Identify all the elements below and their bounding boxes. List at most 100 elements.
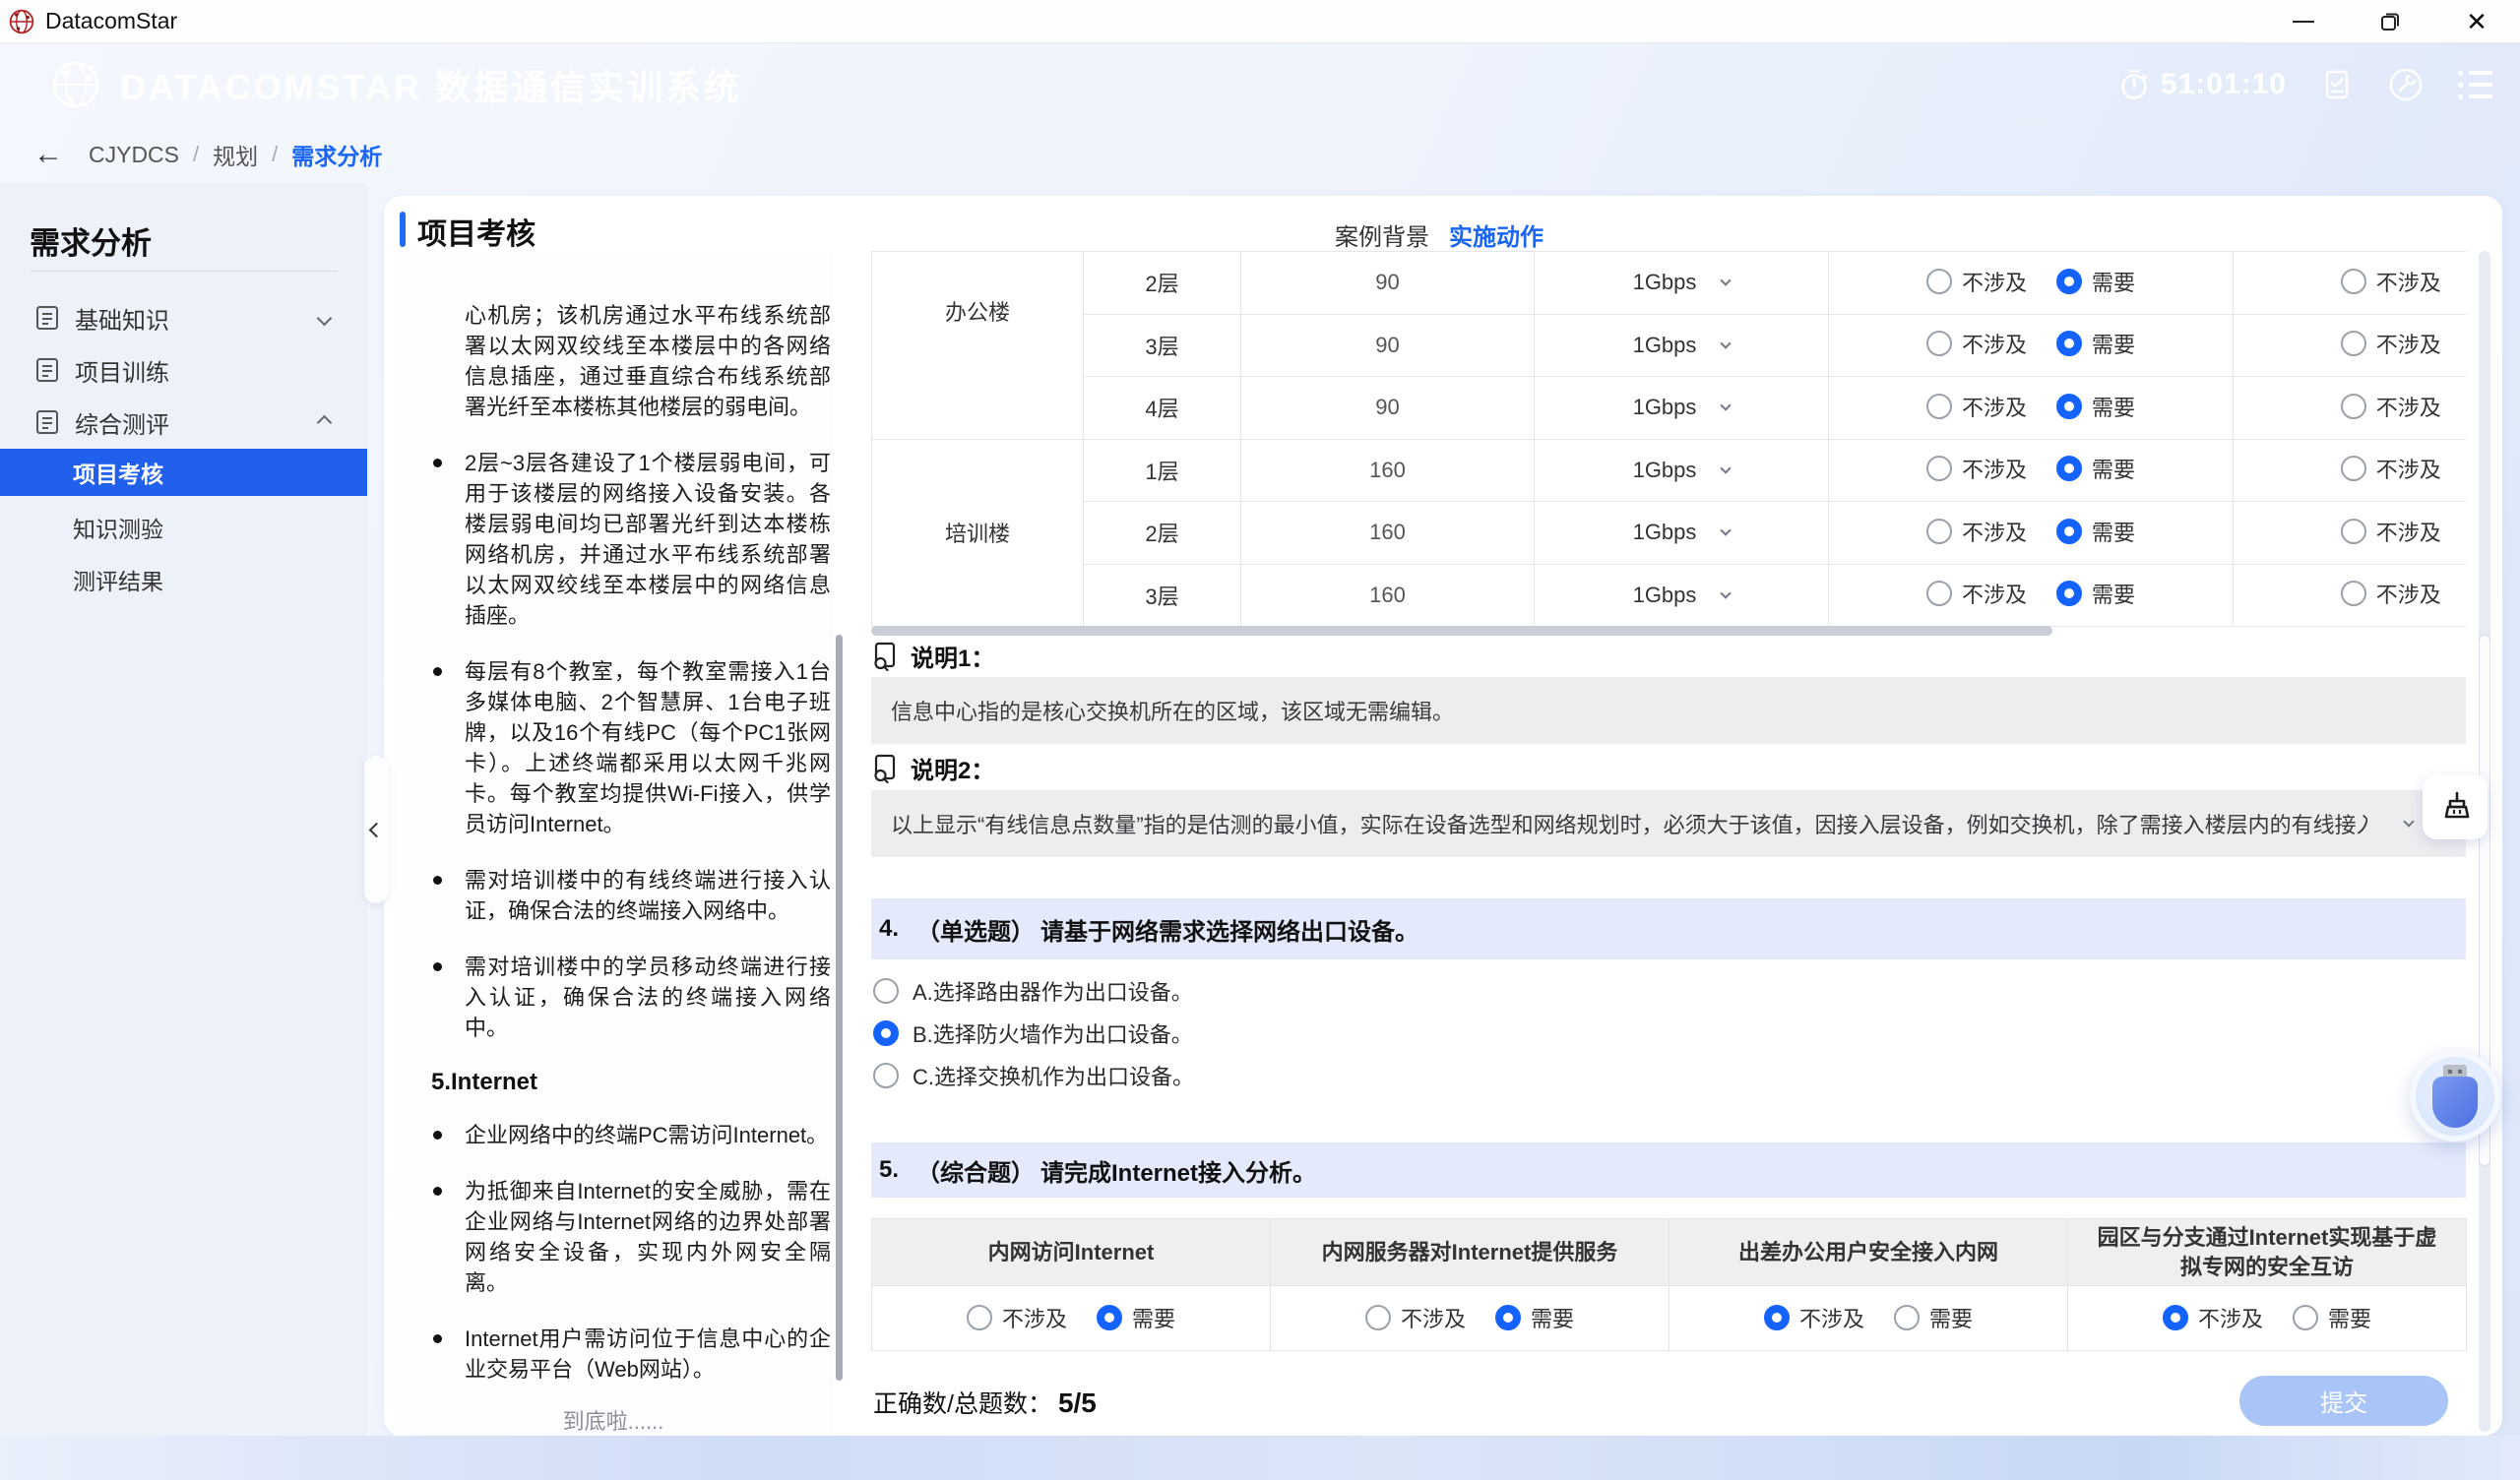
speed-dropdown[interactable]: 1Gbps xyxy=(1633,583,1731,608)
radio-unselected[interactable] xyxy=(2341,331,2366,356)
radio-unselected[interactable] xyxy=(1365,1305,1391,1330)
floor-table-horizontal-scrollbar[interactable] xyxy=(871,626,2052,636)
radio-option[interactable]: 需要 xyxy=(2056,266,2135,297)
radio-unselected[interactable] xyxy=(873,1063,899,1088)
radio-option[interactable]: 不涉及 xyxy=(2341,391,2441,422)
radio-unselected[interactable] xyxy=(967,1305,992,1330)
minimize-button[interactable] xyxy=(2260,0,2347,43)
radio-unselected[interactable] xyxy=(1926,519,1952,544)
wired-access-radio-cell: 不涉及需要 xyxy=(1829,314,2234,377)
radio-option[interactable]: 不涉及 xyxy=(1926,266,2027,297)
radio-option[interactable]: 需要 xyxy=(2056,516,2135,547)
radio-option[interactable]: 需要 xyxy=(2056,578,2135,609)
menu-button[interactable] xyxy=(2458,71,2492,99)
radio-option[interactable]: 不涉及 xyxy=(1926,328,2027,359)
radio-option[interactable]: 不涉及 xyxy=(1926,453,2027,484)
restore-button[interactable] xyxy=(2347,0,2433,43)
report-button[interactable] xyxy=(2320,68,2354,101)
radio-option[interactable]: 需要 xyxy=(2293,1302,2371,1333)
radio-selected[interactable] xyxy=(2056,581,2082,606)
q4-option[interactable]: A.选择路由器作为出口设备。 xyxy=(873,969,1194,1012)
chevron-down-icon xyxy=(1721,587,1732,598)
radio-unselected[interactable] xyxy=(2341,269,2366,294)
radio-unselected[interactable] xyxy=(1926,394,1952,419)
sidebar-item-project-training[interactable]: 项目训练 xyxy=(0,346,367,394)
radio-option[interactable]: 不涉及 xyxy=(1926,516,2027,547)
question5-header: 5. （综合题） 请完成Internet接入分析。 xyxy=(871,1142,2466,1198)
radio-group: 不涉及需要 xyxy=(1764,1302,1973,1333)
radio-option[interactable]: 不涉及 xyxy=(967,1302,1067,1333)
case-description-panel[interactable]: 心机房；该机房通过水平布线系统部署以太网双绞线至本楼层中的各网络信息插座，通过垂… xyxy=(394,251,833,1436)
collapse-panel-handle[interactable] xyxy=(364,756,388,903)
radio-unselected[interactable] xyxy=(2341,519,2366,544)
radio-option[interactable]: 需要 xyxy=(2056,453,2135,484)
close-button[interactable]: ✕ xyxy=(2433,0,2520,43)
radio-group: 不涉及需要 xyxy=(967,1302,1175,1333)
radio-option[interactable]: 不涉及 xyxy=(2341,453,2441,484)
radio-option[interactable]: 不涉及 xyxy=(2341,516,2441,547)
radio-option[interactable]: 不涉及 xyxy=(1926,578,2027,609)
case-content: 心机房；该机房通过水平布线系统部署以太网双绞线至本楼层中的各网络信息插座，通过垂… xyxy=(394,300,833,1410)
case-panel-scrollbar[interactable] xyxy=(836,635,843,1381)
radio-option[interactable]: 需要 xyxy=(1097,1302,1175,1333)
tab-case-background[interactable]: 案例背景 xyxy=(1335,217,1429,252)
breadcrumb-item-1[interactable]: CJYDCS xyxy=(89,142,179,168)
radio-selected[interactable] xyxy=(2056,394,2082,419)
radio-unselected[interactable] xyxy=(1926,269,1952,294)
radio-option[interactable]: 需要 xyxy=(1894,1302,1973,1333)
radio-option[interactable]: 不涉及 xyxy=(2341,266,2441,297)
radio-selected[interactable] xyxy=(2056,269,2082,294)
speed-dropdown[interactable]: 1Gbps xyxy=(1633,333,1731,358)
tools-button[interactable] xyxy=(2387,66,2425,103)
clear-tool-button[interactable] xyxy=(2423,774,2488,839)
radio-unselected[interactable] xyxy=(2341,394,2366,419)
radio-unselected[interactable] xyxy=(1894,1305,1920,1330)
sidebar-item-comprehensive-eval[interactable]: 综合测评 xyxy=(0,399,367,446)
sidebar-subitem-knowledge-quiz[interactable]: 知识测验 xyxy=(0,504,367,551)
radio-selected[interactable] xyxy=(2056,519,2082,544)
expand-note-chevron-icon[interactable] xyxy=(2403,816,2414,827)
speed-dropdown[interactable]: 1Gbps xyxy=(1633,395,1731,420)
radio-option[interactable]: 不涉及 xyxy=(2341,328,2441,359)
radio-unselected[interactable] xyxy=(2341,581,2366,606)
radio-unselected[interactable] xyxy=(1926,581,1952,606)
sidebar-subitem-eval-results[interactable]: 测评结果 xyxy=(0,556,367,603)
radio-option-label: 不涉及 xyxy=(2376,391,2441,422)
radio-unselected[interactable] xyxy=(2341,456,2366,481)
radio-unselected[interactable] xyxy=(873,978,899,1004)
radio-selected[interactable] xyxy=(2163,1305,2188,1330)
radio-unselected[interactable] xyxy=(1926,331,1952,356)
info-points-cell: 90 xyxy=(1241,377,1535,440)
usb-device-button[interactable] xyxy=(2410,1051,2500,1141)
speed-dropdown[interactable]: 1Gbps xyxy=(1633,458,1731,483)
radio-unselected[interactable] xyxy=(1926,456,1952,481)
radio-selected[interactable] xyxy=(2056,331,2082,356)
radio-option[interactable]: 需要 xyxy=(1495,1302,1574,1333)
radio-option[interactable]: 不涉及 xyxy=(2163,1302,2263,1333)
speed-dropdown[interactable]: 1Gbps xyxy=(1633,270,1731,295)
radio-selected[interactable] xyxy=(873,1020,899,1046)
sidebar-subitem-project-assessment[interactable]: 项目考核 xyxy=(0,449,367,496)
back-button[interactable]: ← xyxy=(33,138,63,171)
breadcrumb-item-2[interactable]: 规划 xyxy=(213,138,258,171)
q5-radio-cell: 不涉及需要 xyxy=(872,1286,1271,1351)
radio-unselected[interactable] xyxy=(2293,1305,2318,1330)
radio-selected[interactable] xyxy=(1097,1305,1122,1330)
submit-button[interactable]: 提交 xyxy=(2239,1376,2448,1426)
radio-selected[interactable] xyxy=(1764,1305,1790,1330)
radio-option[interactable]: 不涉及 xyxy=(1926,391,2027,422)
sidebar-item-basic-knowledge[interactable]: 基础知识 xyxy=(0,294,367,341)
radio-selected[interactable] xyxy=(2056,456,2082,481)
radio-option[interactable]: 需要 xyxy=(2056,391,2135,422)
radio-selected[interactable] xyxy=(1495,1305,1521,1330)
bullet-icon xyxy=(431,952,465,1043)
q4-option[interactable]: C.选择交换机作为出口设备。 xyxy=(873,1054,1194,1096)
tab-implementation[interactable]: 实施动作 xyxy=(1449,217,1544,252)
radio-option[interactable]: 不涉及 xyxy=(1764,1302,1864,1333)
speed-dropdown[interactable]: 1Gbps xyxy=(1633,520,1731,545)
q4-option[interactable]: B.选择防火墙作为出口设备。 xyxy=(873,1012,1194,1054)
radio-option[interactable]: 不涉及 xyxy=(2341,578,2441,609)
radio-option[interactable]: 不涉及 xyxy=(1365,1302,1466,1333)
radio-option[interactable]: 需要 xyxy=(2056,328,2135,359)
wrench-icon xyxy=(2387,66,2425,103)
